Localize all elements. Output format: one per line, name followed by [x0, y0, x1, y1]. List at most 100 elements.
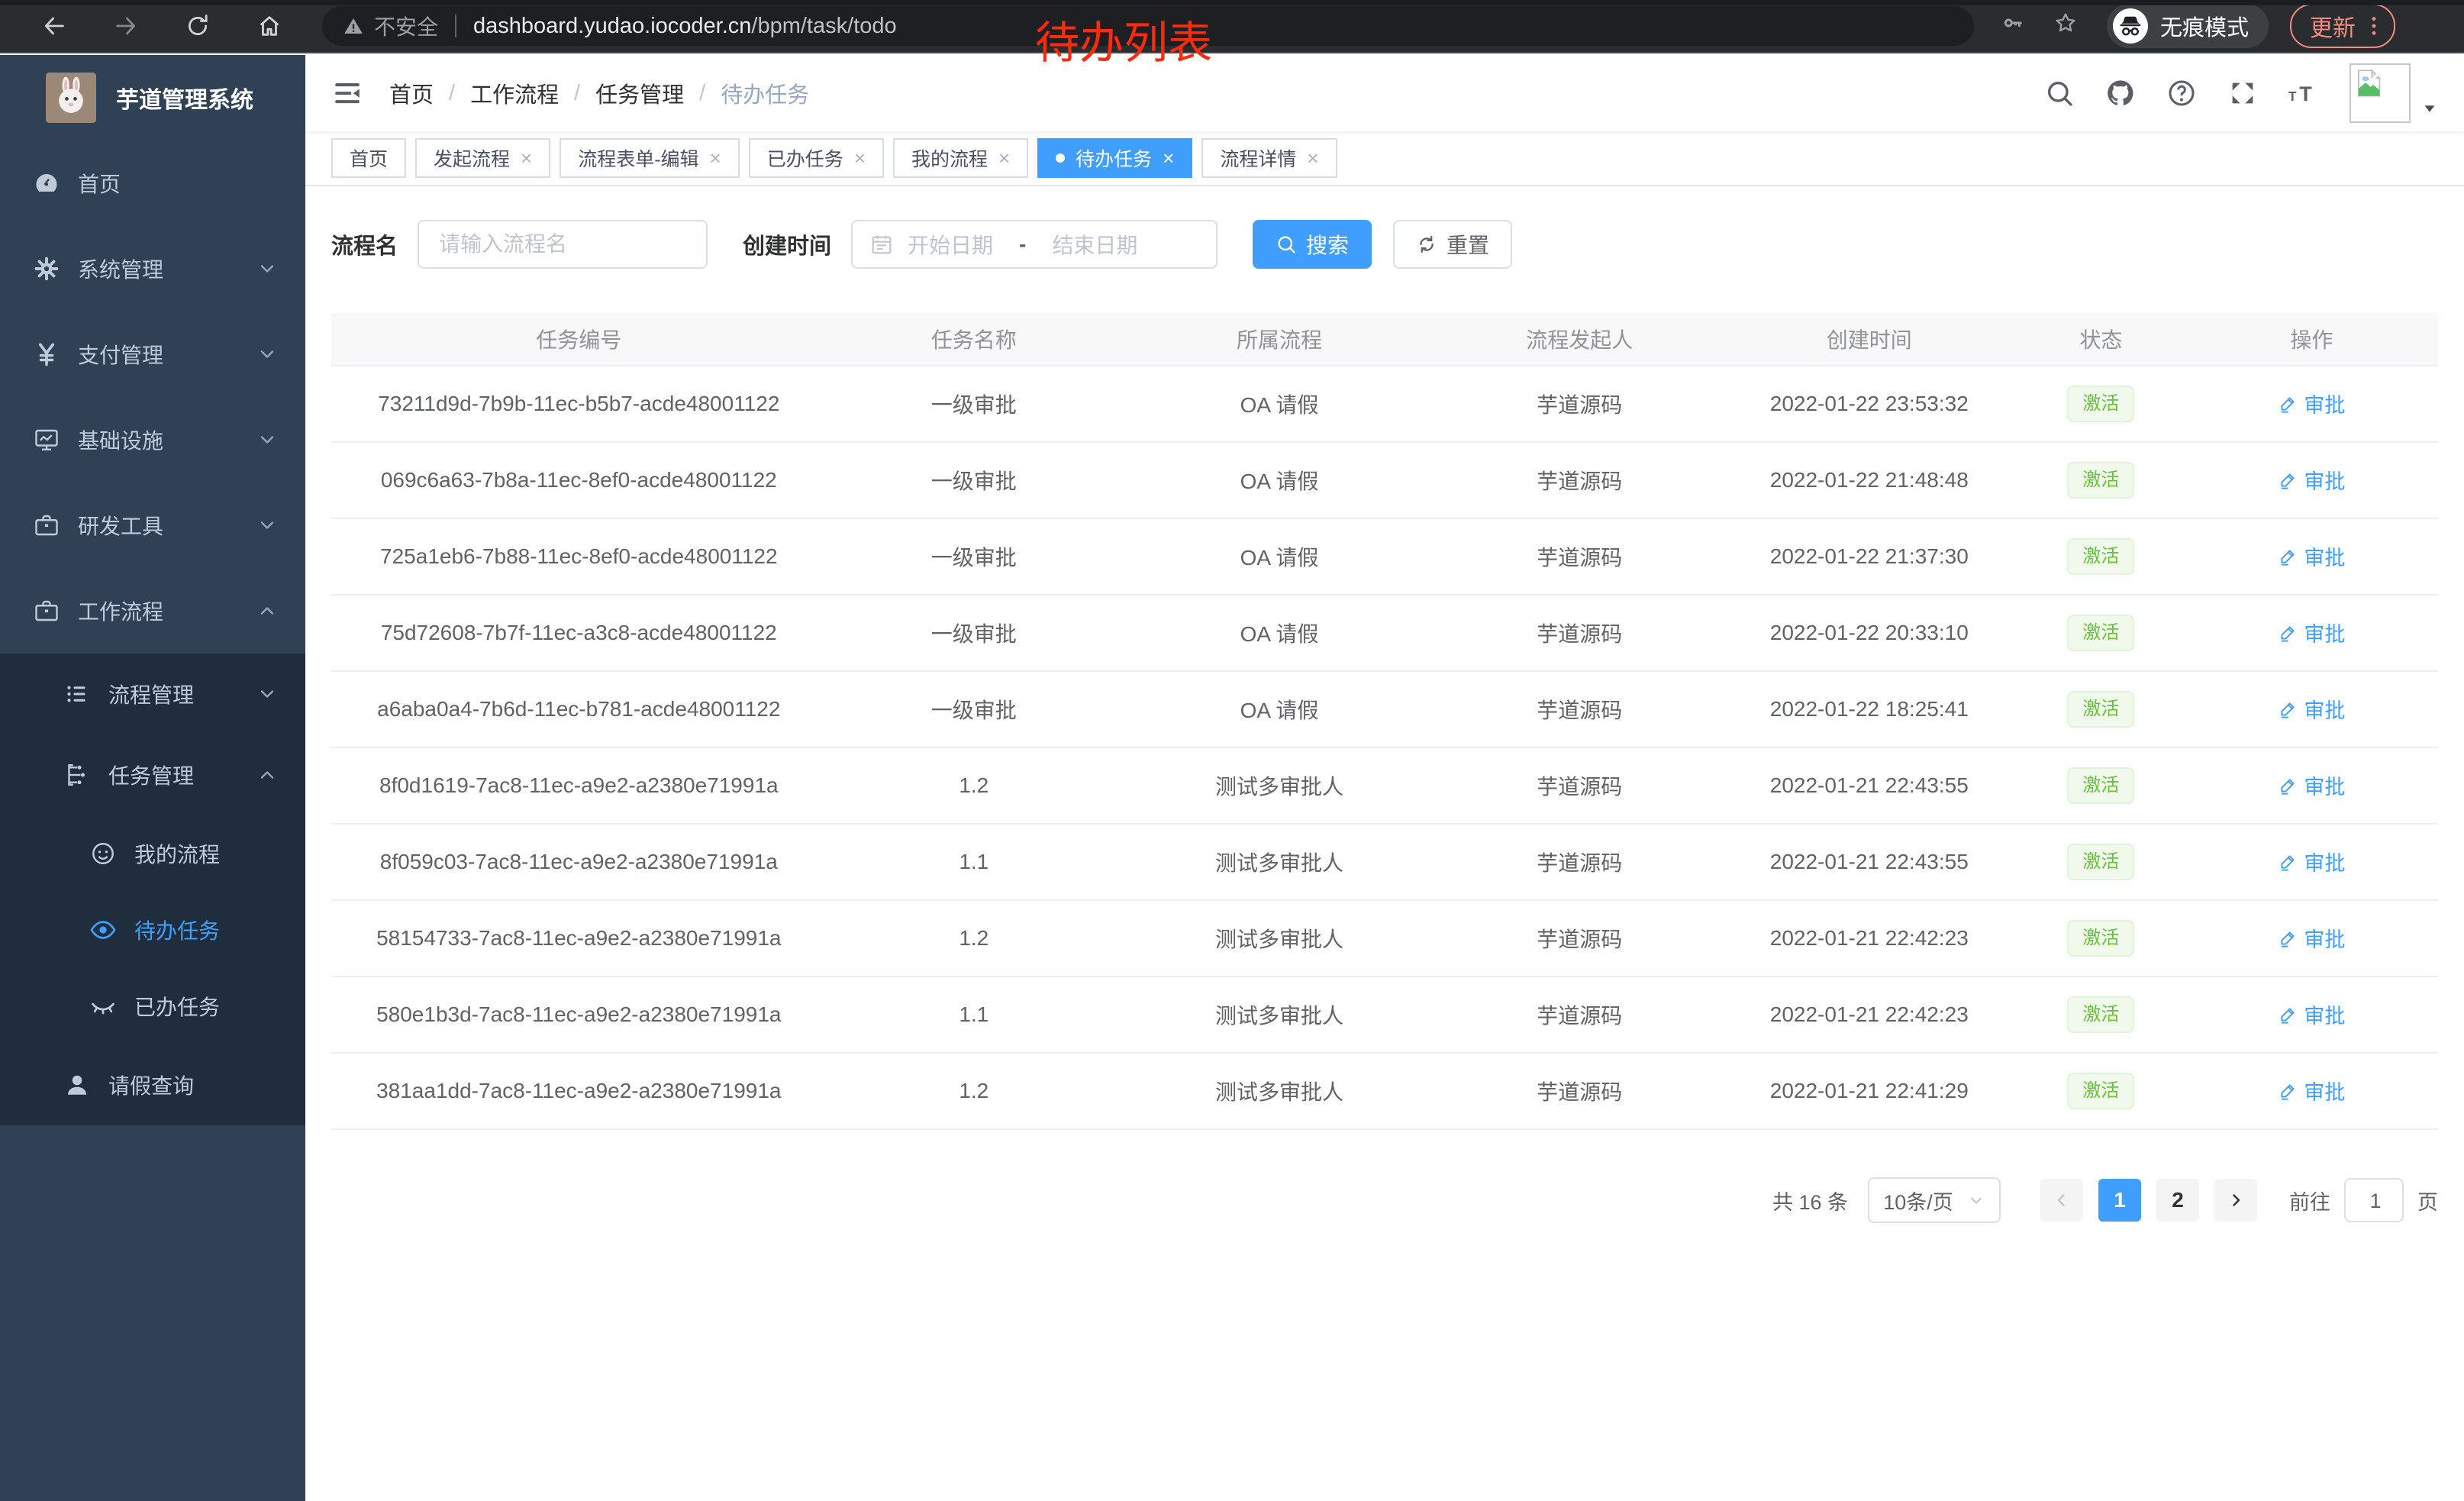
tab-close-icon[interactable]: × — [521, 148, 532, 168]
tab-我的流程[interactable]: 我的流程× — [893, 138, 1028, 178]
browser-home-icon[interactable] — [252, 8, 287, 44]
incognito-badge: 无痕模式 — [2107, 4, 2269, 48]
tab-close-icon[interactable]: × — [998, 148, 1010, 168]
chevron-down-icon — [256, 258, 278, 279]
cell-create-time: 2022-01-22 21:48:48 — [1722, 442, 2017, 518]
sidebar-item-已办任务[interactable]: 已办任务 — [0, 968, 305, 1044]
avatar-broken-image-icon[interactable] — [2350, 63, 2411, 123]
tab-首页[interactable]: 首页 — [331, 138, 406, 178]
sidebar-item-请假查询[interactable]: 请假查询 — [0, 1044, 305, 1125]
approve-link[interactable]: 审批 — [2278, 694, 2345, 724]
column-header-所属流程: 所属流程 — [1121, 313, 1437, 366]
sidebar-item-任务管理[interactable]: 任务管理 — [0, 734, 305, 815]
breadcrumb-item[interactable]: 首页 — [389, 77, 434, 109]
approve-label: 审批 — [2304, 770, 2345, 800]
cell-create-time: 2022-01-22 21:37:30 — [1722, 518, 2017, 595]
tab-已办任务[interactable]: 已办任务× — [749, 138, 884, 178]
logo-row[interactable]: 芋道管理系统 — [0, 55, 305, 140]
chevron-down-icon — [256, 344, 278, 365]
sidebar-item-基础设施[interactable]: 基础设施 — [0, 397, 305, 483]
update-label: 更新 — [2310, 9, 2356, 43]
end-date-placeholder[interactable]: 结束日期 — [1052, 229, 1137, 260]
approve-label: 审批 — [2304, 999, 2345, 1029]
status-badge: 激活 — [2067, 462, 2134, 499]
sidebar-item-label: 研发工具 — [78, 510, 163, 541]
help-question-icon[interactable] — [2166, 78, 2197, 108]
browser-back-icon[interactable] — [37, 8, 72, 44]
tab-发起流程[interactable]: 发起流程× — [415, 138, 550, 178]
tab-close-icon[interactable]: × — [854, 148, 866, 168]
sidebar-item-流程管理[interactable]: 流程管理 — [0, 654, 305, 734]
approve-link[interactable]: 审批 — [2278, 770, 2345, 800]
sidebar-item-首页[interactable]: 首页 — [0, 140, 305, 226]
approve-link[interactable]: 审批 — [2278, 541, 2345, 571]
user-avatar-wrap[interactable] — [2350, 63, 2438, 123]
column-header-任务编号: 任务编号 — [331, 313, 827, 366]
approve-label: 审批 — [2304, 847, 2345, 876]
page-button-2[interactable]: 2 — [2156, 1179, 2199, 1222]
sidebar-item-label: 待办任务 — [134, 915, 220, 945]
cell-status: 激活 — [2017, 976, 2185, 1053]
pagination-total: 共 16 条 — [1772, 1186, 1848, 1215]
tab-label: 流程表单-编辑 — [578, 144, 698, 172]
sidebar-toggle-hamburger-icon[interactable] — [331, 77, 363, 109]
status-badge: 激活 — [2067, 920, 2134, 957]
next-page-button[interactable] — [2214, 1179, 2257, 1222]
sidebar-item-支付管理[interactable]: 支付管理 — [0, 311, 305, 397]
page-button-1[interactable]: 1 — [2098, 1179, 2141, 1222]
sidebar-item-待办任务[interactable]: 待办任务 — [0, 892, 305, 968]
approve-link[interactable]: 审批 — [2278, 465, 2345, 495]
sidebar-item-系统管理[interactable]: 系统管理 — [0, 226, 305, 311]
url-path: /bpm/task/todo — [751, 14, 896, 38]
avatar-caret-down-icon[interactable] — [2421, 100, 2438, 117]
browser-update-button[interactable]: 更新 — [2290, 4, 2395, 48]
reset-button[interactable]: 重置 — [1393, 220, 1512, 269]
cell-task-id: 58154733-7ac8-11ec-a9e2-a2380e71991a — [331, 900, 827, 976]
tab-待办任务[interactable]: 待办任务× — [1037, 138, 1192, 178]
sidebar-item-工作流程[interactable]: 工作流程 — [0, 568, 305, 654]
fullscreen-icon[interactable] — [2227, 78, 2258, 108]
page-size-value: 10条/页 — [1883, 1186, 1953, 1215]
cell-task-id: 381aa1dd-7ac8-11ec-a9e2-a2380e71991a — [331, 1053, 827, 1129]
browser-forward-icon[interactable] — [108, 8, 144, 44]
breadcrumb-item[interactable]: 工作流程 — [470, 77, 559, 109]
start-date-placeholder[interactable]: 开始日期 — [908, 229, 993, 260]
create-time-range-picker[interactable]: 开始日期 - 结束日期 — [851, 220, 1217, 269]
search-icon[interactable] — [2044, 78, 2075, 108]
sidebar-item-我的流程[interactable]: 我的流程 — [0, 815, 305, 892]
font-size-icon[interactable]: TT — [2288, 78, 2319, 108]
process-name-input[interactable] — [425, 232, 700, 257]
navbar-actions: TT — [2044, 63, 2438, 123]
not-secure-warning-icon — [342, 15, 365, 37]
tab-close-icon[interactable]: × — [1307, 148, 1318, 168]
password-key-icon[interactable] — [2001, 11, 2032, 41]
tab-流程详情[interactable]: 流程详情× — [1201, 138, 1337, 178]
approve-link[interactable]: 审批 — [2278, 389, 2345, 418]
cell-task-id: 8f059c03-7ac8-11ec-a9e2-a2380e71991a — [331, 824, 827, 900]
sidebar-item-研发工具[interactable]: 研发工具 — [0, 483, 305, 568]
search-button[interactable]: 搜索 — [1253, 220, 1372, 269]
cell-task-id: 580e1b3d-7ac8-11ec-a9e2-a2380e71991a — [331, 976, 827, 1053]
bookmark-star-icon[interactable] — [2053, 11, 2084, 41]
tab-close-icon[interactable]: × — [1163, 148, 1174, 168]
process-name-input-wrap — [418, 220, 708, 269]
approve-link[interactable]: 审批 — [2278, 999, 2345, 1029]
approve-link[interactable]: 审批 — [2278, 1076, 2345, 1106]
tab-流程表单-编辑[interactable]: 流程表单-编辑 × — [560, 138, 740, 178]
breadcrumb-item[interactable]: 任务管理 — [595, 77, 684, 109]
approve-link[interactable]: 审批 — [2278, 618, 2345, 647]
tab-close-icon[interactable]: × — [710, 148, 721, 168]
github-icon[interactable] — [2105, 78, 2136, 108]
eye-open-icon — [89, 915, 118, 944]
gear-icon — [32, 254, 61, 283]
browser-menu-dots-icon[interactable] — [2362, 14, 2386, 38]
prev-page-button[interactable] — [2040, 1179, 2083, 1222]
approve-link[interactable]: 审批 — [2278, 923, 2345, 953]
browser-reload-icon[interactable] — [180, 8, 215, 44]
status-badge: 激活 — [2067, 996, 2134, 1034]
address-bar[interactable]: 不安全 dashboard.yudao.iocoder.cn/bpm/task/… — [322, 6, 1974, 46]
cell-action: 审批 — [2185, 671, 2438, 747]
goto-page-input[interactable] — [2346, 1180, 2405, 1222]
approve-link[interactable]: 审批 — [2278, 847, 2345, 876]
page-size-select[interactable]: 10条/页 — [1868, 1177, 2001, 1223]
